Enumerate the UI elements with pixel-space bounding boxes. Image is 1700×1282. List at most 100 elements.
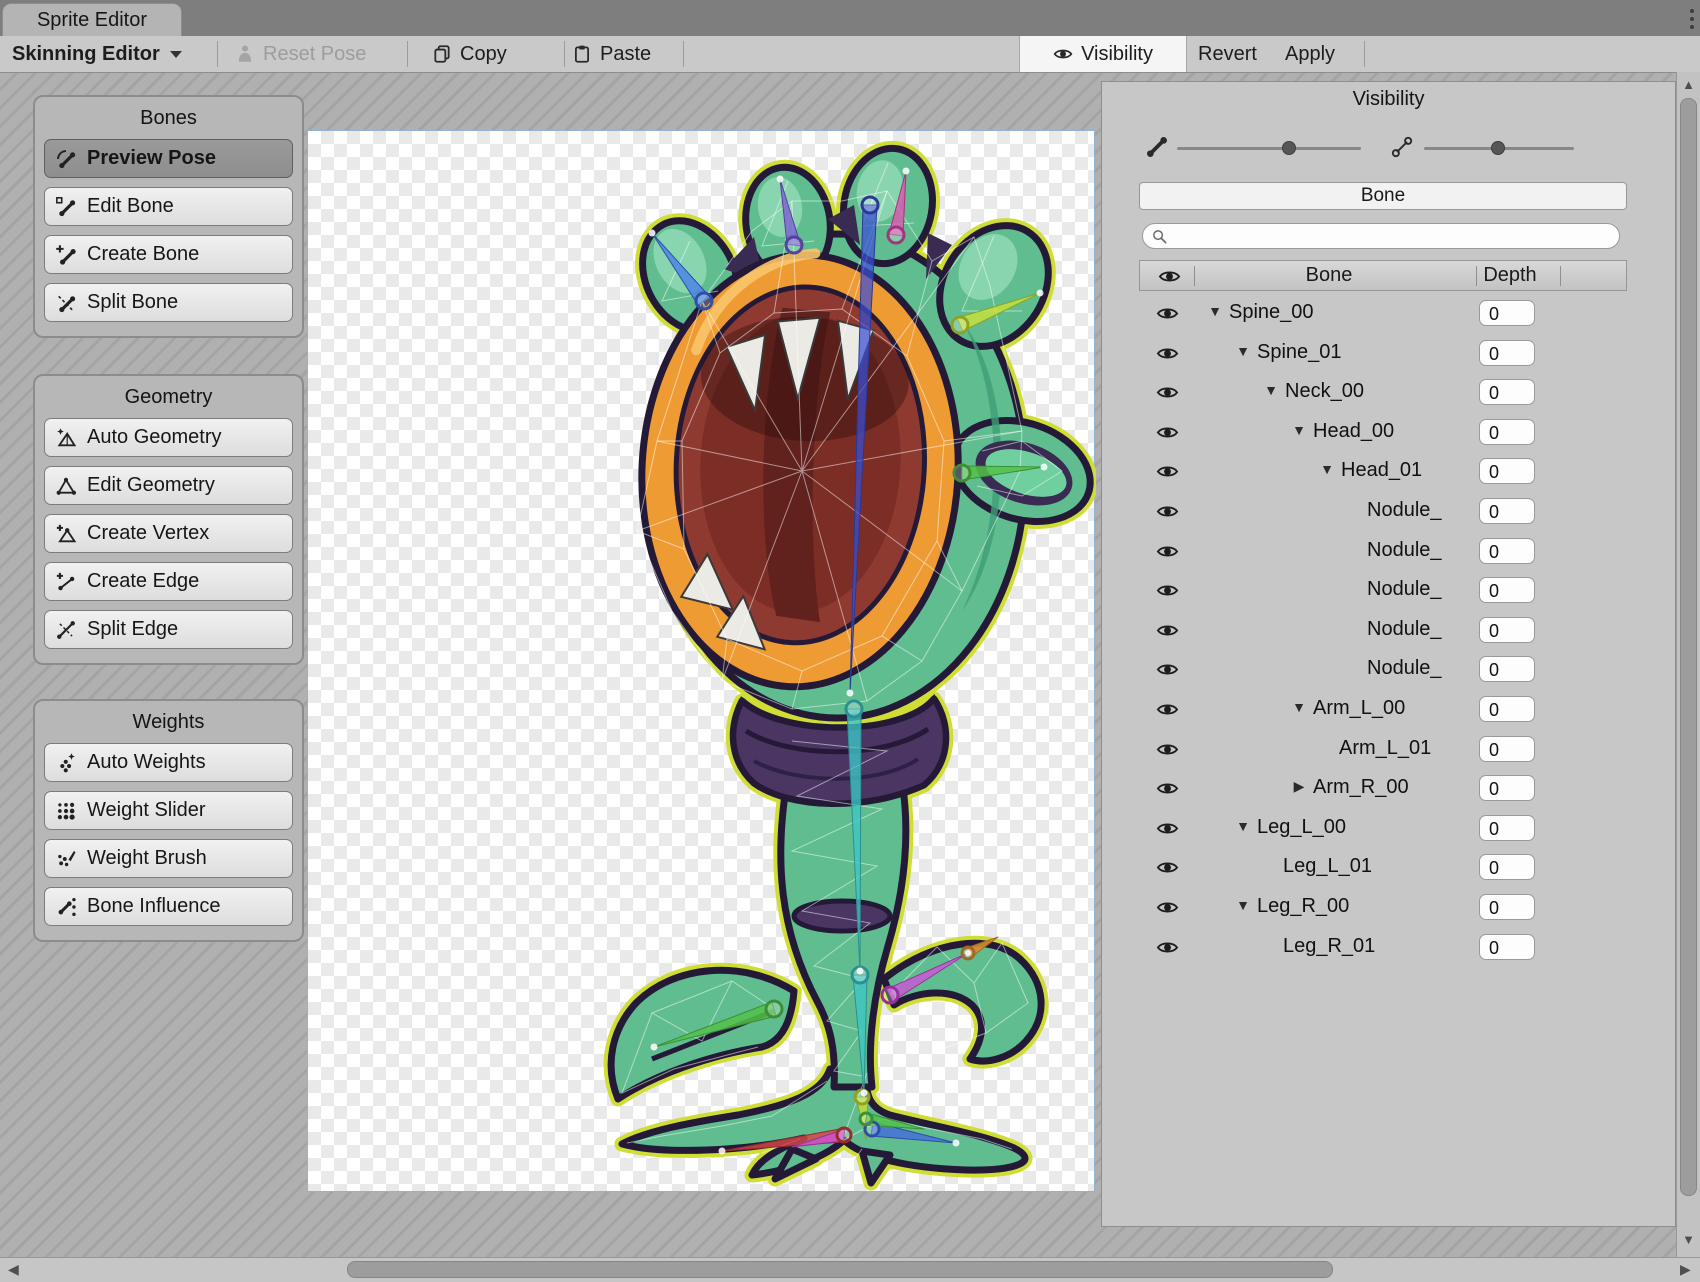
- depth-input[interactable]: 0: [1479, 894, 1535, 920]
- tool-button-edit-geometry[interactable]: Edit Geometry: [44, 466, 293, 505]
- revert-button[interactable]: Revert: [1198, 36, 1257, 72]
- bone-row-nodule-[interactable]: Nodule_0: [1102, 611, 1675, 651]
- bone-row-head-00[interactable]: ▼ Head_00 0: [1102, 413, 1675, 453]
- visibility-eye-icon[interactable]: [1156, 619, 1179, 642]
- scroll-left-icon[interactable]: ◀: [8, 1261, 19, 1278]
- depth-input[interactable]: 0: [1479, 340, 1535, 366]
- bone-row-leg-r-01[interactable]: Leg_R_01 0: [1102, 928, 1675, 968]
- tool-button-auto-weights[interactable]: Auto Weights: [44, 743, 293, 782]
- depth-input[interactable]: 0: [1479, 379, 1535, 405]
- expander-triangle[interactable]: ▼: [1291, 422, 1307, 438]
- expander-triangle[interactable]: ▼: [1235, 343, 1251, 359]
- tool-button-edit-bone[interactable]: Edit Bone: [44, 187, 293, 226]
- depth-input[interactable]: 0: [1479, 854, 1535, 880]
- expander-triangle[interactable]: ▼: [1263, 382, 1279, 398]
- visibility-eye-icon[interactable]: [1156, 302, 1179, 325]
- visibility-eye-icon[interactable]: [1156, 817, 1179, 840]
- bone-search-field[interactable]: [1142, 223, 1620, 249]
- scroll-down-icon[interactable]: ▼: [1677, 1232, 1700, 1247]
- depth-input[interactable]: 0: [1479, 498, 1535, 524]
- bone-row-head-01[interactable]: ▼ Head_01 0: [1102, 452, 1675, 492]
- visibility-eye-icon[interactable]: [1156, 738, 1179, 761]
- bone-name[interactable]: Arm_L_01: [1339, 737, 1431, 760]
- horizontal-scrollbar[interactable]: ◀ ▶: [0, 1257, 1700, 1282]
- bone-row-leg-r-00[interactable]: ▼ Leg_R_00 0: [1102, 888, 1675, 928]
- bone-name[interactable]: Neck_00: [1285, 380, 1364, 403]
- bone-name[interactable]: Leg_L_01: [1283, 855, 1372, 878]
- bone-name[interactable]: Nodule_: [1367, 618, 1442, 641]
- depth-input[interactable]: 0: [1479, 775, 1535, 801]
- bone-row-nodule-[interactable]: Nodule_ 0: [1102, 532, 1675, 572]
- depth-input[interactable]: 0: [1479, 458, 1535, 484]
- tool-button-bone-influence[interactable]: Bone Influence: [44, 887, 293, 926]
- visibility-eye-icon[interactable]: [1156, 421, 1179, 444]
- bone-row-arm-l-01[interactable]: Arm_L_01 0: [1102, 730, 1675, 770]
- tool-button-split-bone[interactable]: Split Bone: [44, 283, 293, 322]
- sprite-canvas[interactable]: [307, 130, 1095, 1192]
- vertical-scroll-thumb[interactable]: [1680, 98, 1697, 1196]
- bone-name[interactable]: Nodule_: [1367, 539, 1442, 562]
- bone-name[interactable]: Nodule_: [1367, 657, 1442, 680]
- bone-row-nodule-[interactable]: Nodule_ 0: [1102, 650, 1675, 690]
- bone-row-arm-r-00[interactable]: ▶Arm_R_000: [1102, 769, 1675, 809]
- bone-row-leg-l-01[interactable]: Leg_L_01 0: [1102, 848, 1675, 888]
- bone-tab-button[interactable]: Bone: [1139, 182, 1627, 210]
- expander-triangle[interactable]: ▼: [1319, 461, 1335, 477]
- bone-name[interactable]: Spine_00: [1229, 301, 1314, 324]
- visibility-toggle-button[interactable]: Visibility: [1019, 36, 1187, 72]
- bone-row-arm-l-00[interactable]: ▼ Arm_L_00 0: [1102, 690, 1675, 730]
- visibility-eye-icon[interactable]: [1156, 777, 1179, 800]
- expander-triangle[interactable]: ▼: [1235, 897, 1251, 913]
- tool-button-preview-pose[interactable]: Preview Pose: [44, 139, 293, 178]
- visibility-eye-icon[interactable]: [1156, 381, 1179, 404]
- bone-name[interactable]: Head_00: [1313, 420, 1394, 443]
- bone-outline-slider[interactable]: [1424, 143, 1574, 153]
- horizontal-scroll-thumb[interactable]: [347, 1261, 1333, 1278]
- bone-name[interactable]: Nodule_: [1367, 578, 1442, 601]
- bone-name[interactable]: Head_01: [1341, 459, 1422, 482]
- bone-name[interactable]: Nodule_: [1367, 499, 1442, 522]
- expander-triangle[interactable]: ▼: [1235, 818, 1251, 834]
- visibility-eye-icon[interactable]: [1156, 896, 1179, 919]
- visibility-eye-icon[interactable]: [1156, 500, 1179, 523]
- copy-button[interactable]: Copy: [432, 36, 507, 72]
- slider-handle[interactable]: [1282, 141, 1296, 155]
- scroll-right-icon[interactable]: ▶: [1680, 1261, 1691, 1278]
- paste-button[interactable]: Paste: [572, 36, 651, 72]
- visibility-eye-icon[interactable]: [1156, 342, 1179, 365]
- slider-handle[interactable]: [1491, 141, 1505, 155]
- depth-input[interactable]: 0: [1479, 419, 1535, 445]
- depth-input[interactable]: 0: [1479, 577, 1535, 603]
- visibility-eye-icon[interactable]: [1156, 856, 1179, 879]
- depth-input[interactable]: 0: [1479, 696, 1535, 722]
- tool-button-split-edge[interactable]: Split Edge: [44, 610, 293, 649]
- bone-name[interactable]: Leg_R_01: [1283, 935, 1375, 958]
- tab-sprite-editor[interactable]: Sprite Editor: [2, 3, 182, 36]
- tool-button-create-edge[interactable]: Create Edge: [44, 562, 293, 601]
- apply-button[interactable]: Apply: [1285, 36, 1335, 72]
- reset-pose-button[interactable]: Reset Pose: [235, 36, 366, 72]
- bone-row-nodule-[interactable]: Nodule_ 0: [1102, 571, 1675, 611]
- bone-row-nodule-[interactable]: Nodule_ 0: [1102, 492, 1675, 532]
- visibility-eye-icon[interactable]: [1156, 460, 1179, 483]
- bone-name[interactable]: Leg_R_00: [1257, 895, 1349, 918]
- depth-input[interactable]: 0: [1479, 538, 1535, 564]
- window-menu-icon[interactable]: [1682, 7, 1700, 31]
- vertical-scrollbar[interactable]: ▲ ▼: [1676, 72, 1700, 1257]
- depth-input[interactable]: 0: [1479, 656, 1535, 682]
- bone-opacity-slider[interactable]: [1177, 143, 1361, 153]
- tool-button-create-bone[interactable]: Create Bone: [44, 235, 293, 274]
- visibility-eye-icon[interactable]: [1156, 698, 1179, 721]
- search-input[interactable]: [1173, 225, 1607, 249]
- bone-row-spine-01[interactable]: ▼ Spine_01 0: [1102, 334, 1675, 374]
- bone-row-spine-00[interactable]: ▼Spine_000: [1102, 294, 1675, 334]
- visibility-eye-icon[interactable]: [1156, 540, 1179, 563]
- depth-input[interactable]: 0: [1479, 934, 1535, 960]
- bone-name[interactable]: Arm_R_00: [1313, 776, 1409, 799]
- bone-name[interactable]: Arm_L_00: [1313, 697, 1405, 720]
- scroll-up-icon[interactable]: ▲: [1677, 77, 1700, 92]
- depth-input[interactable]: 0: [1479, 736, 1535, 762]
- tool-button-create-vertex[interactable]: Create Vertex: [44, 514, 293, 553]
- expander-triangle[interactable]: ▼: [1291, 699, 1307, 715]
- bone-name[interactable]: Spine_01: [1257, 341, 1342, 364]
